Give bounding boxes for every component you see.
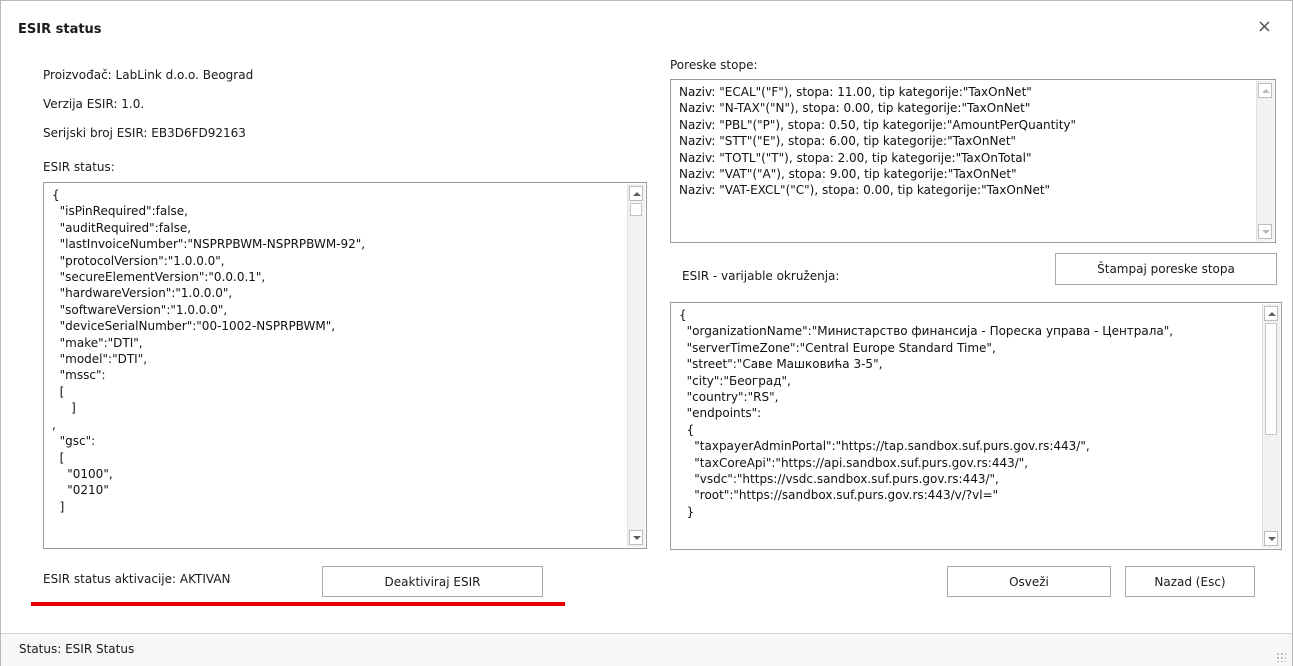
- resize-grip-icon[interactable]: [1276, 652, 1286, 662]
- environment-scrollbar[interactable]: [1262, 304, 1280, 548]
- scroll-down-icon[interactable]: [629, 530, 643, 545]
- scroll-up-icon[interactable]: [629, 186, 643, 201]
- scroll-down-icon[interactable]: [1258, 224, 1272, 239]
- close-icon[interactable]: ×: [1257, 17, 1272, 37]
- environment-label: ESIR - varijable okruženja:: [682, 269, 840, 283]
- print-tax-rates-button[interactable]: Štampaj poreske stopa: [1055, 253, 1277, 285]
- status-text: Status: ESIR Status: [19, 642, 135, 656]
- tax-rates-label: Poreske stope:: [670, 58, 758, 72]
- activation-status-label: ESIR status aktivacije: AKTIVAN: [43, 572, 231, 586]
- esir-status-dialog: ESIR status × Proizvođač: LabLink d.o.o.…: [0, 0, 1293, 666]
- manufacturer-label: Proizvođač: LabLink d.o.o. Beograd: [43, 68, 254, 82]
- back-button[interactable]: Nazad (Esc): [1125, 566, 1255, 597]
- esir-status-scrollbar[interactable]: [627, 184, 645, 547]
- deactivate-esir-button[interactable]: Deaktiviraj ESIR: [322, 566, 543, 597]
- esir-status-textbox[interactable]: { "isPinRequired":false, "auditRequired"…: [43, 182, 647, 549]
- environment-text: { "organizationName":"Министарство финан…: [679, 308, 1174, 519]
- scroll-thumb[interactable]: [630, 203, 642, 216]
- highlight-underline: [31, 602, 565, 606]
- tax-rates-text: Naziv: "ECAL"("F"), stopa: 11.00, tip ka…: [679, 85, 1077, 198]
- refresh-button[interactable]: Osveži: [947, 566, 1111, 597]
- serial-label: Serijski broj ESIR: EB3D6FD92163: [43, 126, 246, 140]
- scroll-thumb[interactable]: [1265, 323, 1277, 435]
- version-label: Verzija ESIR: 1.0.: [43, 97, 145, 111]
- tax-rates-textbox[interactable]: Naziv: "ECAL"("F"), stopa: 11.00, tip ka…: [670, 79, 1276, 243]
- esir-status-text: { "isPinRequired":false, "auditRequired"…: [52, 188, 366, 514]
- environment-textbox[interactable]: { "organizationName":"Министарство финан…: [670, 302, 1282, 550]
- esir-status-label: ESIR status:: [43, 160, 115, 174]
- window-title: ESIR status: [18, 22, 102, 37]
- scroll-up-icon[interactable]: [1258, 83, 1272, 98]
- status-bar: Status: ESIR Status: [1, 633, 1292, 666]
- scroll-down-icon[interactable]: [1264, 531, 1278, 546]
- tax-rates-scrollbar[interactable]: [1256, 81, 1274, 241]
- scroll-up-icon[interactable]: [1264, 306, 1278, 321]
- title-bar: ESIR status ×: [1, 1, 1292, 53]
